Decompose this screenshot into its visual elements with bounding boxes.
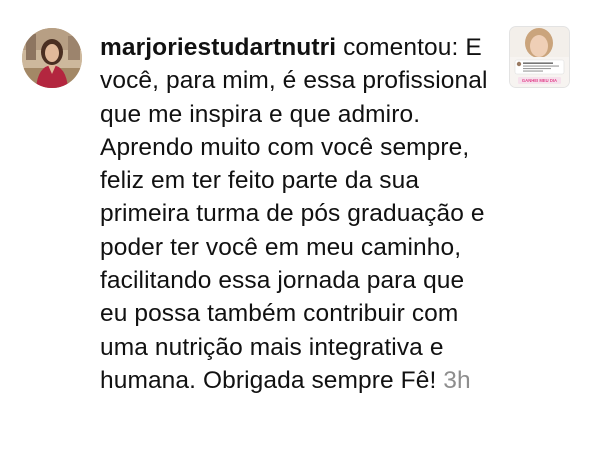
action-label: comentou:: [343, 34, 459, 61]
comment-text-block: marjoriestudartnutri comentou: E você, p…: [100, 31, 495, 397]
username-link[interactable]: marjoriestudartnutri: [100, 34, 336, 61]
story-preview-image: GANHEI MEU DIA: [510, 27, 569, 87]
avatar-photo: [22, 28, 82, 88]
avatar[interactable]: [22, 28, 82, 88]
comment-notification[interactable]: marjoriestudartnutri comentou: E você, p…: [0, 0, 591, 467]
timestamp: 3h: [443, 366, 471, 394]
post-thumbnail[interactable]: GANHEI MEU DIA: [509, 26, 570, 88]
story-caption: GANHEI MEU DIA: [522, 78, 557, 83]
comment-body: E você, para mim, é essa profissional qu…: [100, 34, 488, 394]
